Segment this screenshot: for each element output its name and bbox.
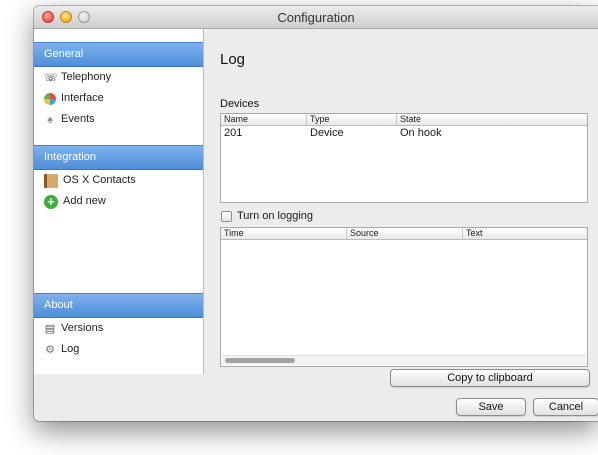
horizontal-scrollbar[interactable]: [222, 355, 586, 365]
title-bar: Configuration: [34, 6, 598, 29]
sidebar-item-events[interactable]: ♠ Events: [34, 109, 203, 130]
sidebar-item-versions[interactable]: ▤ Versions: [34, 318, 203, 339]
window-title: Configuration: [277, 10, 355, 25]
log-table-header: Time Source Text: [221, 228, 587, 240]
sidebar-item-label: Add new: [63, 195, 106, 207]
column-header-state[interactable]: State: [397, 114, 587, 125]
phone-icon: ☏: [44, 71, 58, 84]
column-header-name[interactable]: Name: [221, 114, 307, 125]
sidebar-item-add-new[interactable]: + Add new: [34, 191, 203, 212]
sidebar-item-log[interactable]: ⚙ Log: [34, 339, 203, 360]
sidebar: General ☏ Telephony Interface ♠ Events I…: [34, 29, 204, 374]
device-state-cell: On hook: [400, 127, 442, 139]
configuration-window: Configuration General ☏ Telephony Interf…: [34, 6, 598, 421]
devices-table-header: Name Type State: [221, 114, 587, 126]
add-icon: +: [44, 194, 58, 209]
sidebar-item-label: Interface: [61, 92, 104, 104]
devices-label: Devices: [220, 98, 260, 110]
save-button[interactable]: Save: [456, 398, 526, 416]
sidebar-item-label: Events: [61, 113, 95, 125]
scrollbar-thumb[interactable]: [225, 358, 295, 363]
column-header-type[interactable]: Type: [307, 114, 397, 125]
document-icon: ▤: [44, 322, 56, 335]
sidebar-item-label: Log: [61, 343, 80, 355]
address-book-icon: [44, 173, 58, 188]
device-type-cell: Device: [310, 127, 344, 139]
sidebar-header-general: General: [34, 42, 203, 67]
sidebar-item-os-x-contacts[interactable]: OS X Contacts: [34, 170, 203, 191]
sidebar-group-general: General ☏ Telephony Interface ♠ Events: [34, 42, 203, 130]
color-wheel-icon: [44, 92, 56, 105]
column-header-source[interactable]: Source: [347, 228, 463, 239]
sidebar-group-about: About ▤ Versions ⚙ Log: [34, 293, 203, 360]
devices-table[interactable]: Name Type State 201 Device On hook: [220, 113, 588, 203]
footer-spacer: [204, 391, 205, 395]
sidebar-item-label: OS X Contacts: [63, 174, 136, 186]
main-content: Log Devices Name Type State 201 Device O…: [204, 29, 598, 374]
bell-icon: ♠: [47, 113, 53, 126]
sidebar-header-integration: Integration: [34, 145, 203, 170]
sidebar-group-integration: Integration OS X Contacts + Add new: [34, 145, 203, 212]
sidebar-item-label: Telephony: [61, 71, 112, 83]
log-icon: ⚙: [45, 343, 55, 356]
logging-checkbox[interactable]: [221, 210, 232, 222]
logging-toggle[interactable]: Turn on logging: [221, 210, 313, 222]
logging-checkbox-label: Turn on logging: [237, 210, 314, 222]
log-table[interactable]: Time Source Text: [220, 227, 588, 367]
sidebar-item-interface[interactable]: Interface: [34, 88, 203, 109]
cancel-button[interactable]: Cancel: [533, 398, 598, 416]
copy-to-clipboard-button[interactable]: Copy to clipboard: [390, 369, 590, 387]
sidebar-header-about: About: [34, 293, 203, 318]
page-title: Log: [220, 51, 246, 68]
sidebar-item-telephony[interactable]: ☏ Telephony: [34, 67, 203, 88]
column-header-time[interactable]: Time: [221, 228, 347, 239]
column-header-text[interactable]: Text: [463, 228, 587, 239]
sidebar-item-label: Versions: [61, 322, 104, 334]
table-row[interactable]: 201 Device On hook: [221, 126, 587, 140]
device-name-cell: 201: [224, 127, 243, 139]
